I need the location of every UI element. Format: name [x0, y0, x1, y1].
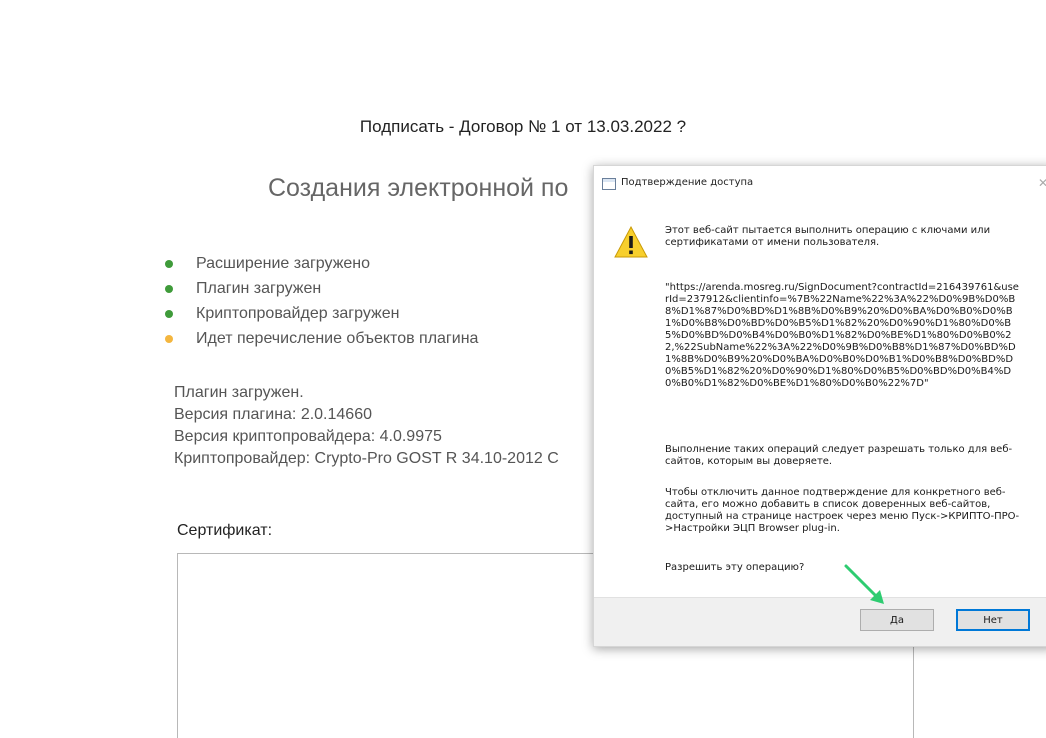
status-done-dot: [165, 260, 173, 268]
status-pending-dot: [165, 335, 173, 343]
dialog-question: Разрешить эту операцию?: [665, 562, 805, 573]
status-item: Идет перечисление объектов плагина: [165, 329, 478, 354]
yes-button[interactable]: Да: [860, 609, 934, 631]
info-line: Плагин загружен.: [174, 384, 304, 401]
status-item: Криптопровайдер загружен: [165, 304, 478, 329]
status-label: Криптопровайдер загружен: [196, 305, 400, 322]
close-icon[interactable]: ✕: [1038, 176, 1046, 190]
status-done-dot: [165, 285, 173, 293]
access-confirmation-dialog: Подтверждение доступа ✕ Этот веб-сайт пы…: [593, 165, 1046, 647]
info-line: Версия криптопровайдера: 4.0.9975: [174, 428, 442, 445]
dialog-warning-text: Выполнение таких операций следует разреш…: [665, 444, 1013, 467]
dialog-disable-hint: Чтобы отключить данное подтверждение для…: [665, 487, 1020, 534]
dialog-button-bar: Да Нет: [594, 597, 1046, 646]
dialog-title: Подтверждение доступа: [621, 177, 754, 188]
warning-triangle-icon: [614, 226, 648, 258]
app-window-icon: [602, 178, 616, 190]
dialog-intro-text: Этот веб-сайт пытается выполнить операци…: [665, 225, 991, 248]
request-url-text: "https://arenda.mosreg.ru/SignDocument?c…: [665, 282, 1019, 389]
no-button[interactable]: Нет: [956, 609, 1030, 631]
status-label: Плагин загружен: [196, 280, 322, 297]
section-heading: Создания электронной по: [268, 174, 569, 202]
certificate-label: Сертификат:: [177, 522, 273, 539]
dialog-titlebar[interactable]: Подтверждение доступа ✕: [594, 166, 1046, 204]
page-title: Подписать - Договор № 1 от 13.03.2022 ?: [359, 117, 687, 136]
status-label: Расширение загружено: [196, 255, 371, 272]
info-line: Криптопровайдер: Crypto-Pro GOST R 34.10…: [174, 450, 559, 467]
status-item: Плагин загружен: [165, 279, 478, 304]
status-list: Расширение загружено Плагин загружен Кри…: [165, 254, 478, 354]
info-line: Версия плагина: 2.0.14660: [174, 406, 372, 423]
status-done-dot: [165, 310, 173, 318]
status-item: Расширение загружено: [165, 254, 478, 279]
status-label: Идет перечисление объектов плагина: [196, 330, 479, 347]
plugin-info: Плагин загружен. Версия плагина: 2.0.146…: [174, 383, 559, 471]
